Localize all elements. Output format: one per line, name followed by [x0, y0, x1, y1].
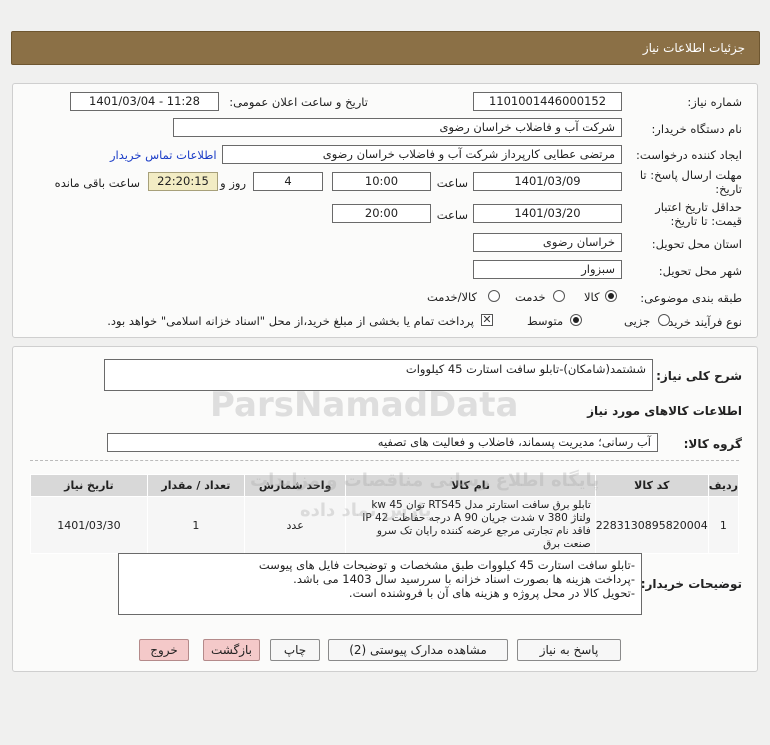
- back-button[interactable]: بازگشت: [203, 639, 260, 661]
- attachments-button[interactable]: مشاهده مدارک پیوستی (2): [328, 639, 508, 661]
- goods-group-label: گروه کالا:: [683, 437, 742, 451]
- creator-field[interactable]: مرتضی عطایی کارپرداز شرکت آب و فاضلاب خر…: [222, 145, 622, 164]
- city-label: شهر محل تحویل:: [658, 264, 742, 278]
- process-minor-radio[interactable]: [658, 314, 670, 326]
- buyer-notes-label: توضیحات خریدار:: [640, 577, 742, 591]
- summary-label: شرح کلی نیاز:: [656, 369, 742, 383]
- buyer-contact-link[interactable]: اطلاعات تماس خریدار: [110, 148, 217, 162]
- category-service-radio[interactable]: [553, 290, 565, 302]
- remaining-days-field[interactable]: 4: [253, 172, 323, 191]
- category-goods-service-label: کالا/خدمت: [427, 290, 478, 304]
- announce-datetime-field[interactable]: 1401/03/04 - 11:28: [70, 92, 219, 111]
- page-header: جزئیات اطلاعات نیاز: [11, 31, 760, 65]
- buyer-org-label: نام دستگاه خریدار:: [651, 122, 742, 136]
- process-medium-label: متوسط: [527, 314, 564, 328]
- remaining-label: ساعت باقی مانده: [54, 176, 140, 190]
- col-name: نام کالا: [345, 474, 596, 497]
- cell-date: 1401/03/30: [30, 496, 148, 554]
- treasury-payment-note: پرداخت تمام یا بخشی از مبلغ خرید،از محل …: [107, 314, 474, 328]
- cell-unit: عدد: [243, 496, 347, 554]
- reply-button[interactable]: پاسخ به نیاز: [517, 639, 621, 661]
- deadline-hour-label: ساعت: [436, 176, 468, 190]
- goods-group-field[interactable]: آب رسانی؛ مدیریت پسماند، فاضلاب و فعالیت…: [107, 433, 658, 452]
- province-field[interactable]: خراسان رضوی: [473, 233, 622, 252]
- section-divider: [30, 460, 739, 461]
- buyer-note-line: -تحویل کالا در محل پروژه و هزینه های آن …: [348, 586, 635, 600]
- need-number-field[interactable]: 1101001446000152: [473, 92, 622, 111]
- cell-code: 2283130895820004: [594, 496, 709, 554]
- treasury-payment-checkbox[interactable]: ✕: [481, 314, 493, 326]
- days-label: روز و: [220, 176, 246, 190]
- table-row[interactable]: 1 2283130895820004 تابلو برق سافت استارت…: [30, 496, 740, 554]
- goods-section-title: اطلاعات کالاهای مورد نیاز: [587, 404, 742, 418]
- validity-hour-label: ساعت: [436, 208, 468, 222]
- validity-label: حداقل تاریخ اعتبار قیمت: تا تاریخ:: [655, 200, 742, 228]
- category-service-label: خدمت: [515, 290, 546, 304]
- validity-date-field[interactable]: 1401/03/20: [473, 204, 622, 223]
- province-label: استان محل تحویل:: [651, 237, 742, 251]
- col-code: کد کالا: [594, 474, 709, 497]
- category-goods-radio[interactable]: [605, 290, 617, 302]
- category-goods-label: کالا: [584, 290, 600, 304]
- page-title: جزئیات اطلاعات نیاز: [642, 41, 745, 55]
- summary-field[interactable]: ششتمد(شامکان)-تابلو سافت استارت 45 کیلوو…: [104, 359, 653, 391]
- exit-button[interactable]: خروج: [139, 639, 189, 661]
- validity-time-field[interactable]: 20:00: [332, 204, 431, 223]
- buyer-org-field[interactable]: شرکت آب و فاضلاب خراسان رضوی: [173, 118, 622, 137]
- buyer-note-line: -پرداخت هزینه ها بصورت اسناد خزانه با سر…: [293, 572, 635, 586]
- col-date: تاریخ نیاز: [30, 474, 148, 497]
- announce-label: تاریخ و ساعت اعلان عمومی:: [229, 95, 368, 109]
- goods-table: ردیف کد کالا نام کالا واحد شمارش تعداد /…: [30, 474, 740, 554]
- remaining-time-field: 22:20:15: [148, 172, 218, 191]
- buyer-note-line: -تابلو سافت استارت 45 کیلووات طبق مشخصات…: [258, 558, 635, 572]
- category-label: طبقه بندی موضوعی:: [640, 291, 742, 305]
- cell-name: تابلو برق سافت استارتر مدل RTS45 توان kw…: [345, 496, 596, 554]
- col-qty: تعداد / مقدار: [146, 474, 245, 497]
- process-label: نوع فرآیند خرید :: [660, 315, 742, 329]
- deadline-time-field[interactable]: 10:00: [332, 172, 431, 191]
- goods-table-header: ردیف کد کالا نام کالا واحد شمارش تعداد /…: [30, 474, 740, 497]
- deadline-date-field[interactable]: 1401/03/09: [473, 172, 622, 191]
- city-field[interactable]: سبزوار: [473, 260, 622, 279]
- deadline-label: مهلت ارسال پاسخ: تا تاریخ:: [639, 168, 742, 196]
- process-medium-radio[interactable]: [570, 314, 582, 326]
- buyer-notes-field[interactable]: -تابلو سافت استارت 45 کیلووات طبق مشخصات…: [118, 553, 642, 615]
- creator-label: ایجاد کننده درخواست:: [636, 148, 742, 162]
- need-number-label: شماره نیاز:: [687, 95, 742, 109]
- print-button[interactable]: چاپ: [270, 639, 320, 661]
- process-minor-label: جزیی: [624, 314, 651, 328]
- category-goods-service-radio[interactable]: [488, 290, 500, 302]
- col-unit: واحد شمارش: [243, 474, 347, 497]
- col-row: ردیف: [707, 474, 740, 497]
- cell-row: 1: [707, 496, 740, 554]
- cell-qty: 1: [146, 496, 245, 554]
